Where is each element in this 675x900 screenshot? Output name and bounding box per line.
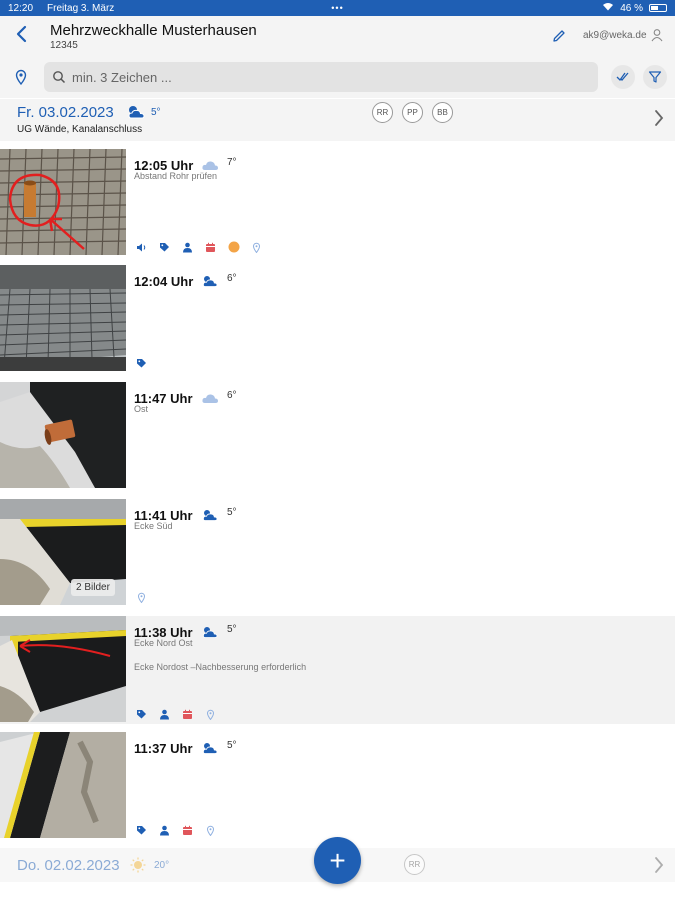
- chevron-left-icon: [16, 25, 27, 43]
- list-item[interactable]: 11:47 Uhr 6° Ost: [0, 382, 675, 490]
- entry-icons: [136, 240, 274, 254]
- search-input[interactable]: [72, 69, 572, 85]
- entry-icons: [136, 356, 159, 368]
- status-date: Freitag 3. März: [47, 2, 115, 14]
- image-count-badge: 2 Bilder: [71, 579, 115, 596]
- location-button[interactable]: [9, 65, 33, 89]
- status-time: 12:20: [8, 2, 34, 14]
- list-item[interactable]: 2 Bilder 11:41 Uhr 5° Ecke Süd: [0, 499, 675, 607]
- calendar-icon[interactable]: [182, 707, 193, 719]
- photo-thumbnail[interactable]: [0, 382, 126, 488]
- filter-button[interactable]: [643, 65, 667, 89]
- location-icon[interactable]: [136, 590, 147, 604]
- day-date: Do. 02.02.2023: [17, 857, 120, 874]
- location-icon[interactable]: [205, 707, 216, 721]
- entry-temperature: 7°: [227, 157, 237, 168]
- cloud-icon: [202, 158, 218, 170]
- list-item[interactable]: 11:37 Uhr 5°: [0, 732, 675, 840]
- tag-icon[interactable]: [136, 823, 147, 835]
- day-temperature: 20°: [154, 860, 170, 871]
- entry-temperature: 5°: [227, 507, 237, 518]
- tag-icon[interactable]: [136, 707, 147, 719]
- tag-icon[interactable]: [136, 356, 147, 368]
- photo-thumbnail[interactable]: [0, 265, 126, 371]
- entry-note: Abstand Rohr prüfen: [134, 171, 218, 181]
- entry-note: Ecke Nord Ost: [134, 638, 193, 648]
- filter-icon: [648, 71, 662, 83]
- status-bar: 12:20 Freitag 3. März ••• 46 %: [0, 0, 675, 16]
- entry-note: Ost: [134, 404, 149, 414]
- sun-icon: [130, 857, 146, 878]
- entry-icons: [136, 823, 228, 837]
- photo-thumbnail[interactable]: [0, 149, 126, 255]
- participant-avatar[interactable]: RR: [404, 854, 425, 875]
- chevron-right-icon[interactable]: [653, 855, 665, 875]
- search-icon: [53, 71, 66, 84]
- sun-cloud-icon: [202, 508, 218, 521]
- entry-temperature: 5°: [227, 624, 237, 635]
- search-row: [0, 56, 675, 98]
- battery-icon: [649, 4, 667, 12]
- project-title: Mehrzweckhalle Musterhausen: [50, 22, 257, 39]
- sun-cloud-icon: [126, 104, 146, 125]
- add-entry-button[interactable]: +: [314, 837, 361, 884]
- day-temperature: 5°: [151, 107, 161, 118]
- back-button[interactable]: [14, 24, 34, 48]
- person-icon[interactable]: [159, 707, 170, 720]
- user-icon[interactable]: [650, 28, 664, 42]
- day-date: Fr. 03.02.2023: [17, 104, 114, 121]
- photo-thumbnail[interactable]: [0, 616, 126, 722]
- participant-avatar[interactable]: BB: [432, 102, 453, 123]
- select-all-button[interactable]: [611, 65, 635, 89]
- double-check-icon: [616, 72, 629, 82]
- day-description: UG Wände, Kanalanschluss: [17, 124, 143, 135]
- day-header[interactable]: Fr. 03.02.2023 5° UG Wände, Kanalanschlu…: [0, 99, 675, 141]
- entry-temperature: 5°: [227, 740, 237, 751]
- pencil-icon: [553, 30, 565, 42]
- photo-thumbnail[interactable]: [0, 732, 126, 838]
- location-icon[interactable]: [251, 240, 262, 254]
- battery-percent: 46 %: [620, 2, 643, 14]
- project-header: Mehrzweckhalle Musterhausen 12345 ak9@we…: [0, 16, 675, 56]
- speaker-icon[interactable]: [136, 240, 147, 252]
- tag-icon[interactable]: [159, 240, 170, 252]
- calendar-icon[interactable]: [182, 823, 193, 835]
- search-field[interactable]: [44, 62, 598, 92]
- multitasking-dots[interactable]: •••: [331, 3, 343, 13]
- participant-avatar[interactable]: RR: [372, 102, 393, 123]
- person-icon[interactable]: [182, 240, 193, 253]
- sun-cloud-icon: [202, 625, 218, 638]
- edit-button[interactable]: [551, 28, 567, 44]
- person-icon[interactable]: [159, 823, 170, 836]
- calendar-icon[interactable]: [205, 240, 216, 252]
- cloud-icon: [202, 391, 218, 403]
- entry-time: 11:37 Uhr: [134, 741, 193, 756]
- list-item[interactable]: 12:05 Uhr 7° Abstand Rohr prüfen: [0, 149, 675, 257]
- sun-cloud-icon: [202, 741, 218, 754]
- entry-temperature: 6°: [227, 273, 237, 284]
- entry-time: 12:04 Uhr: [134, 274, 194, 289]
- sun-icon[interactable]: [228, 240, 240, 253]
- entry-icons: [136, 707, 228, 721]
- list-item[interactable]: 11:38 Uhr 5° Ecke Nord Ost Ecke Nordost …: [0, 616, 675, 724]
- user-email[interactable]: ak9@weka.de: [583, 30, 647, 41]
- entry-note: Ecke Süd: [134, 521, 173, 531]
- entry-icons: [136, 590, 159, 604]
- location-pin-icon: [15, 69, 27, 86]
- entry-temperature: 6°: [227, 390, 237, 401]
- wifi-icon: [602, 2, 614, 14]
- project-number: 12345: [50, 40, 78, 51]
- participant-avatar[interactable]: PP: [402, 102, 423, 123]
- entry-description: Ecke Nordost –Nachbesserung erforderlich: [134, 662, 307, 672]
- location-icon[interactable]: [205, 823, 216, 837]
- list-item[interactable]: 12:04 Uhr 6°: [0, 265, 675, 373]
- sun-cloud-icon: [202, 274, 218, 287]
- chevron-right-icon[interactable]: [653, 108, 665, 128]
